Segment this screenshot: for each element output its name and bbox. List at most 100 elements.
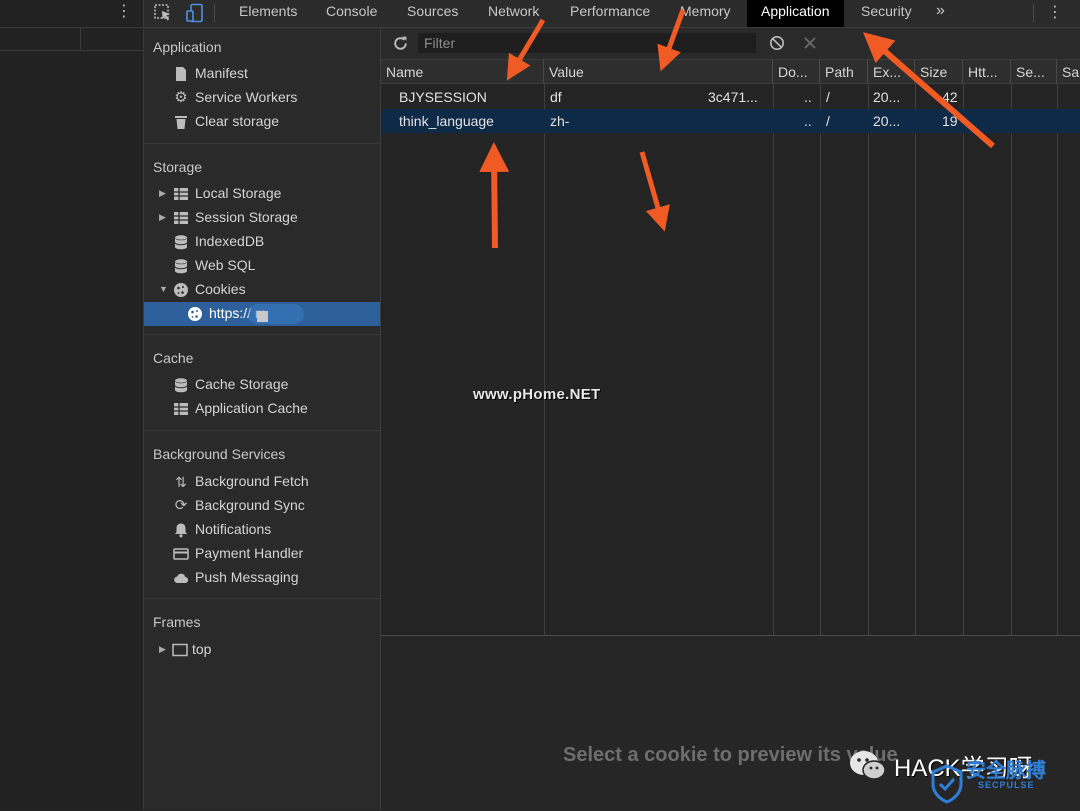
section-title-storage: Storage	[153, 159, 203, 175]
clear-all-icon[interactable]	[769, 35, 785, 51]
column-divider	[1057, 84, 1058, 635]
sidebar-item-label: Background Sync	[195, 497, 305, 513]
cookie-name: BJYSESSION	[399, 89, 487, 105]
overlay-brand-subtext: SECPULSE	[978, 780, 1035, 790]
sidebar-item-label: Background Fetch	[195, 473, 309, 489]
cookie-size: 42	[942, 89, 958, 105]
arrows-updown-icon: ⇅	[175, 474, 187, 490]
column-divider	[868, 84, 869, 635]
sidebar-item-session-storage[interactable]: ▶ Session Storage	[144, 206, 380, 230]
expand-arrow-icon[interactable]: ▶	[159, 644, 166, 655]
column-header-name[interactable]: Name	[381, 60, 544, 84]
section-title-cache: Cache	[153, 350, 194, 366]
sidebar-item-notifications[interactable]: Notifications	[144, 518, 380, 542]
grid-icon	[174, 188, 188, 200]
column-header-path[interactable]: Path	[820, 60, 868, 84]
section-title-frames: Frames	[153, 614, 201, 630]
sidebar-item-background-fetch[interactable]: ⇅ Background Fetch	[144, 470, 380, 494]
column-header-httponly[interactable]: Htt...	[963, 60, 1011, 84]
sidebar-item-web-sql[interactable]: Web SQL	[144, 254, 380, 278]
refresh-icon[interactable]	[392, 35, 409, 52]
tabs-overflow-button[interactable]: »	[936, 0, 945, 27]
sidebar-item-cache-storage[interactable]: Cache Storage	[144, 373, 380, 397]
inspect-element-icon[interactable]	[153, 3, 173, 23]
table-row[interactable]: think_language zh- .. / 20... 19	[381, 109, 1080, 133]
device-toolbar-icon[interactable]	[185, 3, 205, 23]
sidebar-item-local-storage[interactable]: ▶ Local Storage	[144, 182, 380, 206]
column-header-domain[interactable]: Do...	[773, 60, 820, 84]
cookie-name: think_language	[399, 113, 494, 129]
grid-icon	[174, 212, 188, 224]
sidebar-item-label: Manifest	[195, 65, 248, 81]
tab-security[interactable]: Security	[861, 0, 912, 27]
grid-icon	[174, 403, 188, 415]
sidebar-item-label: Service Workers	[195, 89, 298, 105]
tab-memory[interactable]: Memory	[680, 0, 731, 27]
sidebar-item-service-workers[interactable]: ⚙ Service Workers	[144, 86, 380, 110]
sidebar-item-indexeddb[interactable]: IndexedDB	[144, 230, 380, 254]
section-divider	[144, 334, 380, 335]
tab-sources[interactable]: Sources	[407, 0, 458, 27]
bell-icon	[175, 523, 187, 538]
sidebar-item-label: top	[192, 641, 212, 657]
sidebar-item-label: Web SQL	[195, 257, 256, 273]
file-icon	[176, 67, 186, 81]
sidebar-item-application-cache[interactable]: Application Cache	[144, 397, 380, 421]
filter-input[interactable]	[418, 33, 756, 53]
tab-network[interactable]: Network	[488, 0, 539, 27]
sidebar-item-cookies[interactable]: ▼ Cookies	[144, 278, 380, 302]
application-sidebar: Application Manifest ⚙ Service Workers C…	[144, 28, 381, 810]
left-pane-subbar	[0, 28, 143, 51]
settings-menu-icon[interactable]: ⋮	[1047, 2, 1063, 22]
tab-application[interactable]: Application	[747, 0, 844, 27]
sync-icon: ⟳	[174, 497, 188, 514]
cookies-toolbar	[381, 28, 1080, 60]
database-icon	[174, 378, 188, 393]
section-divider	[144, 598, 380, 599]
frame-icon	[172, 643, 188, 657]
expand-arrow-icon[interactable]: ▶	[159, 188, 166, 199]
column-header-secure[interactable]: Se...	[1011, 60, 1057, 84]
more-options-icon[interactable]: ⋮	[116, 3, 132, 23]
section-divider	[144, 430, 380, 431]
tab-divider	[214, 4, 215, 22]
cookie-value: df	[550, 89, 562, 105]
sidebar-item-label: Application Cache	[195, 400, 308, 416]
section-title-background-services: Background Services	[153, 446, 286, 462]
cookie-icon	[174, 283, 188, 297]
sidebar-item-label: IndexedDB	[195, 233, 265, 249]
sidebar-item-label: Notifications	[195, 521, 272, 537]
sidebar-item-background-sync[interactable]: ⟳ Background Sync	[144, 494, 380, 518]
sidebar-item-payment-handler[interactable]: Payment Handler	[144, 542, 380, 566]
card-icon	[173, 548, 189, 560]
sidebar-item-frame-top[interactable]: ▶ top	[144, 638, 380, 662]
gear-icon: ⚙	[174, 89, 188, 106]
table-row[interactable]: BJYSESSION df 3c471... .. / 20... 42	[381, 85, 1080, 109]
sidebar-item-cookie-origin[interactable]: https:// m	[144, 302, 380, 326]
tab-performance[interactable]: Performance	[570, 0, 650, 27]
delete-selected-icon[interactable]	[803, 36, 817, 50]
column-divider	[773, 84, 774, 635]
database-icon	[174, 259, 188, 274]
sidebar-item-manifest[interactable]: Manifest	[144, 62, 380, 86]
column-header-samesite[interactable]: Sa	[1057, 60, 1080, 84]
tab-console[interactable]: Console	[326, 0, 377, 27]
cookie-path: /	[826, 89, 830, 105]
watermark-text: www.pHome.NET	[473, 386, 601, 403]
tab-elements[interactable]: Elements	[239, 0, 297, 27]
column-divider	[1011, 84, 1012, 635]
sidebar-item-label: Cookies	[195, 281, 246, 297]
collapse-arrow-icon[interactable]: ▼	[159, 284, 168, 294]
sidebar-item-label: Clear storage	[195, 113, 280, 129]
cookie-expires: 20...	[873, 89, 901, 105]
sidebar-item-clear-storage[interactable]: Clear storage	[144, 110, 380, 134]
column-header-expires[interactable]: Ex...	[868, 60, 915, 84]
column-header-value[interactable]: Value	[544, 60, 773, 84]
expand-arrow-icon[interactable]: ▶	[159, 212, 166, 223]
overlay-logo: HACK学习呀 安全脉搏 SECPULSE	[848, 742, 1080, 810]
cookie-value-tail: 3c471...	[708, 89, 758, 105]
shield-icon	[931, 764, 963, 804]
sidebar-item-push-messaging[interactable]: Push Messaging	[144, 566, 380, 590]
column-header-size[interactable]: Size	[915, 60, 963, 84]
cookies-table: Name Value Do... Path Ex... Size Htt... …	[381, 60, 1080, 635]
